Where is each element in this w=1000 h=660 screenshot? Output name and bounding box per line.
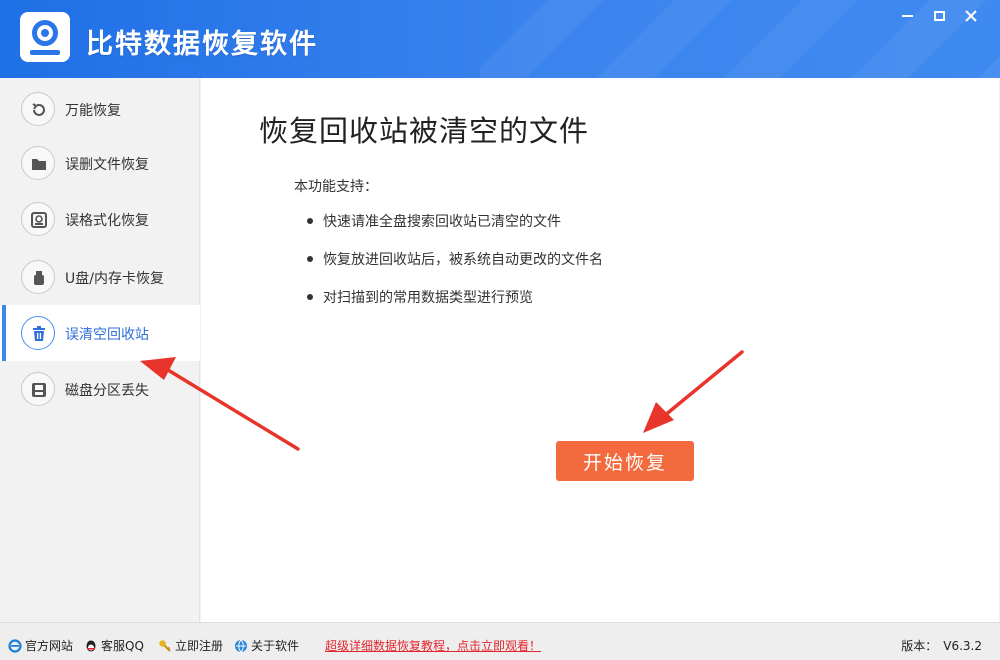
bullet-icon xyxy=(307,294,313,300)
window-controls xyxy=(894,4,984,26)
minimize-icon xyxy=(901,14,913,17)
official-website-link[interactable]: 官方网站 xyxy=(8,637,73,654)
version-value: V6.3.2 xyxy=(943,639,982,653)
sidebar-item-label: 误删文件恢复 xyxy=(65,157,149,173)
qq-support-link[interactable]: 客服QQ xyxy=(84,637,144,654)
close-button[interactable] xyxy=(958,4,984,26)
bullet-icon xyxy=(307,218,313,224)
status-bar: 官方网站 客服QQ 立即注册 关于软件 超级详细数据恢复教程，点击立即观看！ 版… xyxy=(0,622,1000,660)
usb-icon xyxy=(21,260,55,294)
folder-icon xyxy=(21,146,55,180)
sidebar-item-format-recovery[interactable]: 误格式化恢复 xyxy=(0,191,200,247)
start-recovery-button[interactable]: 开始恢复 xyxy=(556,441,694,481)
sidebar-item-usb-card[interactable]: U盘/内存卡恢复 xyxy=(0,249,200,305)
refresh-icon xyxy=(21,92,55,126)
bullet-icon xyxy=(307,256,313,262)
sidebar-item-partition-lost[interactable]: 磁盘分区丢失 xyxy=(0,361,200,417)
feature-item: 对扫描到的常用数据类型进行预览 xyxy=(307,287,533,307)
feature-item: 快速请准全盘搜索回收站已清空的文件 xyxy=(307,211,561,231)
maximize-icon xyxy=(933,10,945,21)
sidebar-item-label: 误清空回收站 xyxy=(65,327,149,343)
format-disk-icon xyxy=(21,202,55,236)
version-label: 版本： xyxy=(901,639,938,653)
minimize-button[interactable] xyxy=(894,4,920,26)
page-title: 恢复回收站被清空的文件 xyxy=(259,114,590,148)
sidebar-item-recycle-bin[interactable]: 误清空回收站 xyxy=(0,305,200,361)
sidebar-item-label: 磁盘分区丢失 xyxy=(65,383,149,399)
key-icon xyxy=(159,640,171,652)
sidebar-item-deleted-files[interactable]: 误删文件恢复 xyxy=(0,135,200,191)
sidebar-item-label: 误格式化恢复 xyxy=(65,213,149,229)
sidebar: 万能恢复 误删文件恢复 误格式化恢复 U盘/内存卡恢复 误清空回收站 磁盘分区丢… xyxy=(0,78,200,622)
close-icon xyxy=(965,9,977,22)
app-title: 比特数据恢复软件 xyxy=(86,29,318,60)
ie-icon xyxy=(8,639,22,653)
info-globe-icon xyxy=(235,639,247,653)
tutorial-promo-link[interactable]: 超级详细数据恢复教程，点击立即观看！ xyxy=(325,637,541,654)
support-label: 本功能支持： xyxy=(294,179,378,195)
feature-item: 恢复放进回收站后，被系统自动更改的文件名 xyxy=(307,249,603,269)
disk-icon xyxy=(21,372,55,406)
qq-icon xyxy=(86,640,96,652)
sidebar-item-label: 万能恢复 xyxy=(65,103,121,119)
main-panel: 恢复回收站被清空的文件 本功能支持： 快速请准全盘搜索回收站已清空的文件 恢复放… xyxy=(201,78,999,622)
sidebar-item-universal-recovery[interactable]: 万能恢复 xyxy=(0,81,200,137)
register-link[interactable]: 立即注册 xyxy=(158,637,223,654)
about-software-link[interactable]: 关于软件 xyxy=(234,637,299,654)
version-info: 版本： V6.3.2 xyxy=(901,637,982,654)
maximize-button[interactable] xyxy=(926,4,952,26)
trash-icon xyxy=(21,316,55,350)
sidebar-item-label: U盘/内存卡恢复 xyxy=(65,271,164,287)
app-logo xyxy=(20,12,70,62)
title-bar: 比特数据恢复软件 xyxy=(0,0,1000,78)
